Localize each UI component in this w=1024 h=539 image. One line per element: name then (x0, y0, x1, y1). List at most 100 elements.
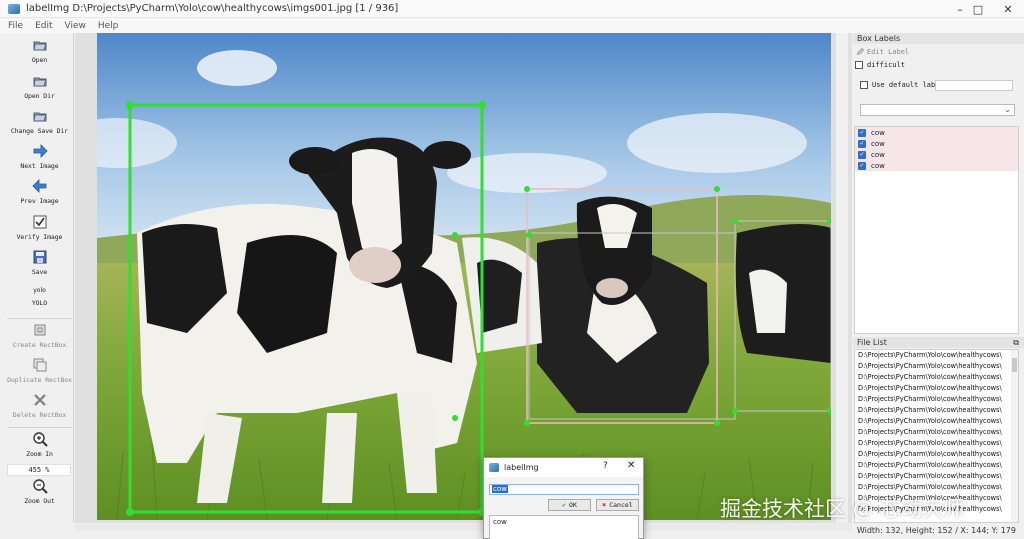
cow-photo[interactable] (97, 33, 831, 520)
yolo-format-button[interactable]: yolo YOLO (5, 286, 74, 307)
box-labels-title: Box Labels (853, 33, 1024, 44)
label-list-item[interactable]: ✓ cow (855, 160, 1018, 171)
prev-image-label: Prev Image (20, 197, 59, 205)
difficult-label: difficult (867, 61, 905, 69)
zoom-value-field[interactable]: 455 % (7, 464, 71, 476)
save-button[interactable]: Save (5, 249, 74, 276)
file-list-item[interactable]: D:\Projects\PyCharm\Yolo\cow\healthycows… (855, 383, 1018, 394)
label-list[interactable]: ✓ cow ✓ cow ✓ cow ✓ cow (854, 126, 1019, 334)
menu-bar: File Edit View Help (0, 18, 1024, 33)
arrow-right-icon (33, 144, 48, 158)
file-list-scrollbar[interactable] (1011, 350, 1018, 522)
label-list-item[interactable]: ✓ cow (855, 149, 1018, 160)
checkbox-checked-icon[interactable]: ✓ (858, 128, 866, 137)
open-folder-icon (32, 41, 47, 51)
scrollbar-thumb[interactable] (1012, 358, 1017, 372)
chevron-down-icon: ⌄ (1004, 105, 1011, 114)
difficult-checkbox[interactable] (855, 61, 863, 69)
canvas-vertical-scrollbar[interactable] (836, 33, 848, 523)
zoom-in-button[interactable]: Zoom In (5, 431, 74, 458)
label-list-item[interactable]: ✓ cow (855, 138, 1018, 149)
default-label-input[interactable] (935, 80, 1013, 91)
file-list-item[interactable]: D:\Projects\PyCharm\Yolo\cow\healthycows… (855, 438, 1018, 449)
difficult-checkbox-row[interactable]: difficult (855, 61, 905, 69)
file-list-item[interactable]: D:\Projects\PyCharm\Yolo\cow\healthycows… (855, 471, 1018, 482)
zoom-out-button[interactable]: Zoom Out (5, 478, 74, 505)
pencil-icon (856, 47, 864, 55)
use-default-label-checkbox[interactable] (860, 81, 868, 89)
title-bar: labelImg D:\Projects\PyCharm\Yolo\cow\he… (0, 0, 1024, 18)
file-list-item[interactable]: D:\Projects\PyCharm\Yolo\cow\healthycows… (855, 416, 1018, 427)
change-save-dir-button[interactable]: Change Save Dir (5, 108, 74, 135)
delete-rectbox-button[interactable]: Delete RectBox (5, 392, 74, 419)
maximize-button[interactable]: □ (961, 0, 995, 18)
prev-image-button[interactable]: Prev Image (5, 178, 74, 205)
save-dir-folder-icon (32, 112, 47, 122)
zoom-in-icon (32, 432, 48, 447)
verify-image-button[interactable]: Verify Image (5, 214, 74, 241)
close-window-button[interactable]: ✕ (991, 0, 1024, 18)
dialog-close-button[interactable]: ✕ (627, 460, 635, 471)
checkbox-checked-icon[interactable]: ✓ (858, 139, 866, 148)
label-input[interactable]: cow (489, 484, 639, 495)
window-title: labelImg D:\Projects\PyCharm\Yolo\cow\he… (26, 3, 399, 14)
file-list-item[interactable]: D:\Projects\PyCharm\Yolo\cow\healthycows… (855, 482, 1018, 493)
menu-help[interactable]: Help (98, 21, 119, 31)
zoom-in-label: Zoom In (26, 450, 53, 458)
create-rectbox-button[interactable]: Create RectBox (5, 322, 74, 349)
help-button[interactable]: ? (603, 461, 608, 471)
file-list-title-text: File List (857, 338, 887, 347)
use-default-label-row[interactable]: Use default label (860, 81, 944, 89)
watermark: 掘金技术社区 @ 芯动大师 (720, 497, 965, 521)
delete-x-icon (33, 394, 46, 406)
zoom-out-label: Zoom Out (24, 497, 55, 505)
image-canvas[interactable] (75, 33, 852, 523)
floppy-disk-icon (33, 250, 46, 264)
label-combo-box[interactable]: ⌄ (860, 104, 1015, 116)
next-image-button[interactable]: Next Image (5, 143, 74, 170)
ok-label: OK (569, 501, 577, 509)
cancel-label: Cancel (609, 501, 633, 509)
label-item-text: cow (871, 139, 885, 148)
label-list-item[interactable]: ✓ cow (855, 127, 1018, 138)
menu-view[interactable]: View (65, 21, 86, 31)
open-dir-button[interactable]: Open Dir (5, 73, 74, 100)
file-list-item[interactable]: D:\Projects\PyCharm\Yolo\cow\healthycows… (855, 350, 1018, 361)
edit-label-text: Edit Label (867, 47, 910, 56)
dialog-title-bar: labelImg ? ✕ (484, 458, 643, 477)
ok-button[interactable]: ✔ OK (548, 499, 591, 511)
yolo-format-icon: yolo (33, 287, 46, 294)
cancel-button[interactable]: ✖ Cancel (596, 499, 639, 511)
open-dir-label: Open Dir (24, 92, 55, 100)
labelimg-app-icon (8, 3, 20, 14)
dock-float-icon[interactable]: ⧉ (1013, 337, 1019, 348)
zoom-out-icon (32, 479, 48, 494)
arrow-left-icon (31, 179, 46, 193)
checkbox-checked-icon[interactable]: ✓ (858, 150, 866, 159)
label-item-text: cow (871, 128, 885, 137)
save-label: Save (31, 268, 48, 276)
file-list-item[interactable]: D:\Projects\PyCharm\Yolo\cow\healthycows… (855, 449, 1018, 460)
checkbox-checked-icon[interactable]: ✓ (858, 161, 866, 170)
file-list-item[interactable]: D:\Projects\PyCharm\Yolo\cow\healthycows… (855, 460, 1018, 471)
menu-edit[interactable]: Edit (35, 21, 52, 31)
file-list-item[interactable]: D:\Projects\PyCharm\Yolo\cow\healthycows… (855, 372, 1018, 383)
file-list-item[interactable]: D:\Projects\PyCharm\Yolo\cow\healthycows… (855, 394, 1018, 405)
label-input-value: cow (492, 485, 508, 493)
next-image-label: Next Image (20, 162, 59, 170)
open-button[interactable]: Open (5, 37, 74, 64)
cancel-icon: ✖ (602, 501, 607, 509)
dialog-label-list[interactable]: cow (489, 515, 639, 539)
yolo-format-label: YOLO (31, 299, 48, 307)
dialog-label-item[interactable]: cow (493, 518, 635, 526)
edit-label-button[interactable]: Edit Label (856, 46, 916, 57)
open-label: Open (31, 56, 48, 64)
file-list-item[interactable]: D:\Projects\PyCharm\Yolo\cow\healthycows… (855, 361, 1018, 372)
duplicate-rectbox-button[interactable]: Duplicate RectBox (5, 357, 74, 384)
label-dialog: labelImg ? ✕ cow ✔ OK ✖ Cancel cow (483, 457, 644, 539)
change-save-dir-label: Change Save Dir (10, 127, 69, 135)
menu-file[interactable]: File (8, 21, 23, 31)
cow-pasture-image (97, 33, 831, 520)
file-list-item[interactable]: D:\Projects\PyCharm\Yolo\cow\healthycows… (855, 405, 1018, 416)
file-list-item[interactable]: D:\Projects\PyCharm\Yolo\cow\healthycows… (855, 427, 1018, 438)
